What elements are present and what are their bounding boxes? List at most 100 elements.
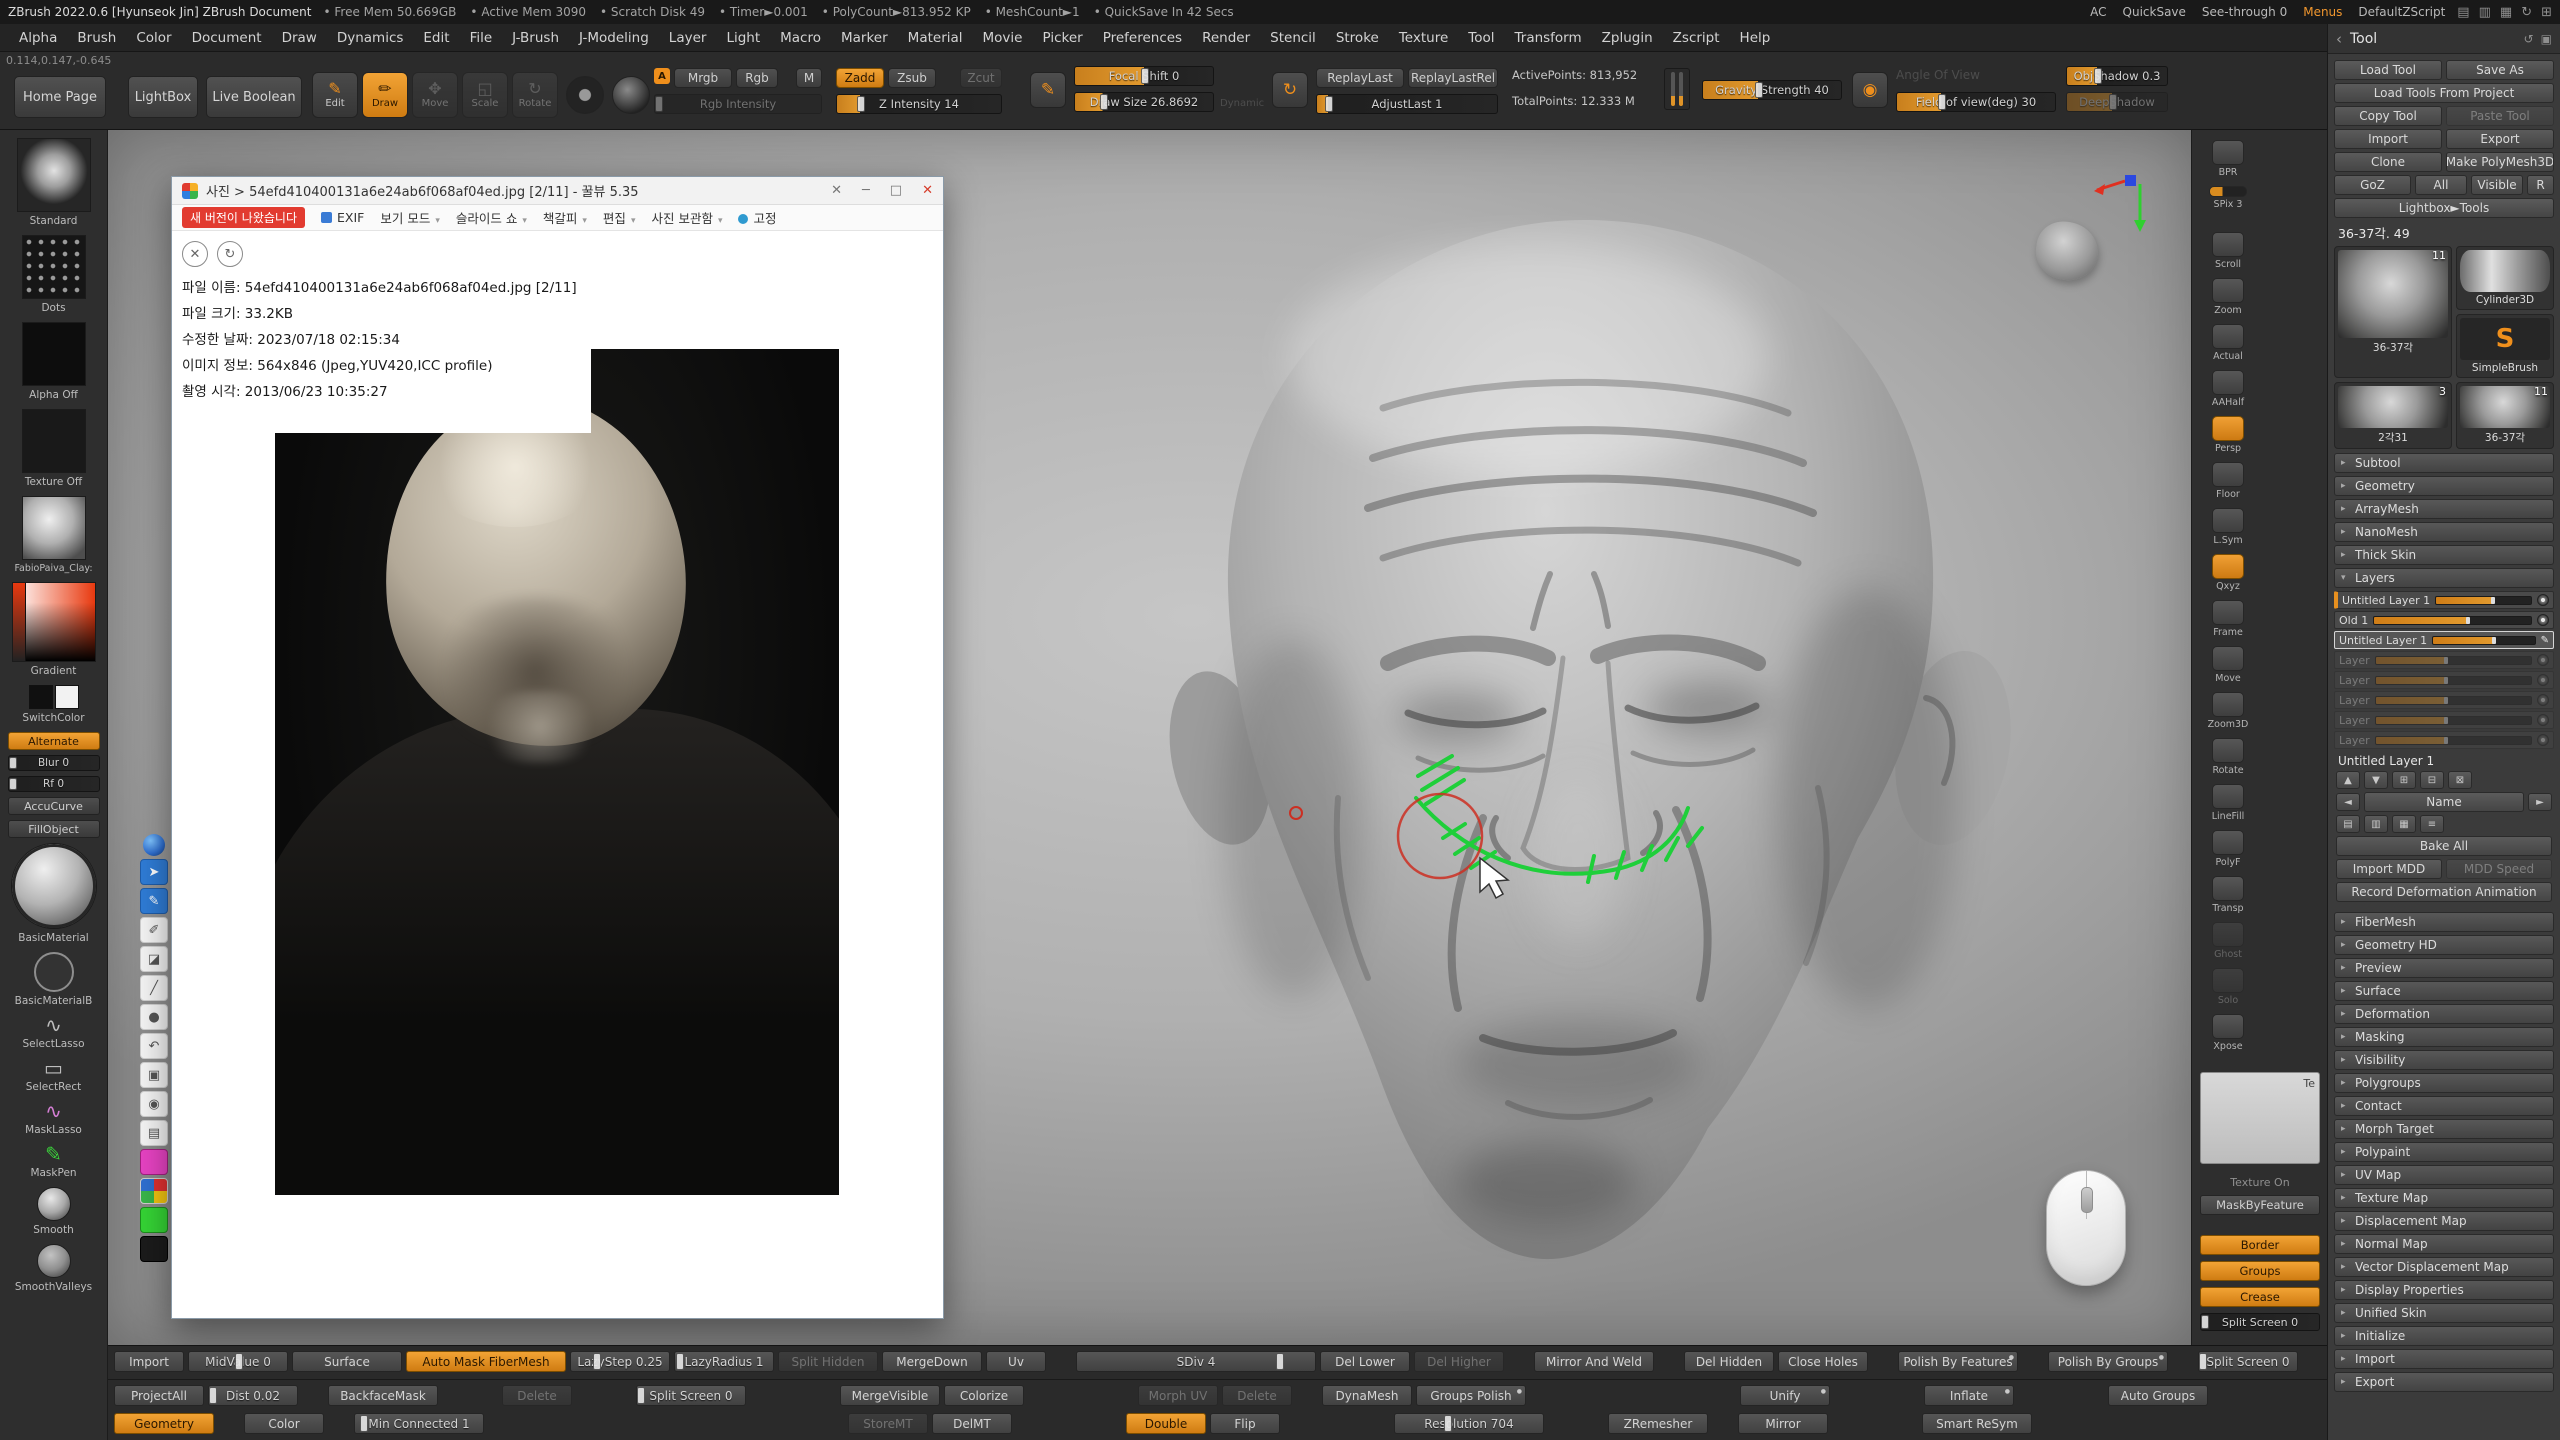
swatch-magenta-icon[interactable] bbox=[140, 1149, 168, 1175]
menus-toggle[interactable]: Menus bbox=[2303, 5, 2342, 19]
actual-button[interactable]: Actual bbox=[2201, 324, 2255, 365]
m-button[interactable]: M bbox=[796, 68, 822, 88]
menu-item[interactable]: Macro bbox=[771, 27, 830, 49]
panel-section[interactable]: Deformation bbox=[2334, 1004, 2554, 1024]
layer-intensity-slider[interactable] bbox=[2435, 596, 2532, 605]
layer-visibility-icon[interactable] bbox=[2537, 734, 2549, 746]
mergedown-button[interactable]: MergeDown bbox=[882, 1351, 982, 1372]
bpr-button[interactable]: BPR bbox=[2201, 140, 2255, 181]
smart-resym-button[interactable]: Smart ReSym bbox=[1922, 1413, 2032, 1434]
save-as-button[interactable]: Save As bbox=[2446, 60, 2554, 80]
dist-slider[interactable]: Dist 0.02 bbox=[208, 1385, 298, 1406]
layer-row[interactable]: Layer bbox=[2334, 711, 2554, 729]
auto-mask-fibermesh-button[interactable]: Auto Mask FiberMesh bbox=[406, 1351, 566, 1372]
obj-shadow-slider[interactable]: ObjShadow 0.3 bbox=[2066, 66, 2168, 86]
sdiv-slider[interactable]: SDiv 4 bbox=[1076, 1351, 1316, 1372]
split-screen-slider[interactable]: Split Screen 0 bbox=[2198, 1351, 2298, 1372]
bookmark-menu[interactable]: 책갈피 bbox=[543, 208, 587, 227]
lightbox-tools-button[interactable]: Lightbox►Tools bbox=[2334, 198, 2554, 218]
layer-name-button[interactable]: Name bbox=[2364, 792, 2524, 812]
view-mode-menu[interactable]: 보기 모드 bbox=[380, 208, 440, 227]
panels-icon[interactable]: ▥ bbox=[2479, 5, 2491, 20]
panel-section[interactable]: Unified Skin bbox=[2334, 1303, 2554, 1323]
layer-up-icon[interactable]: ▲ bbox=[2336, 771, 2360, 789]
panel-dock-icon[interactable]: ▣ bbox=[2541, 32, 2552, 46]
menu-item[interactable]: Marker bbox=[832, 27, 897, 49]
layer-intensity-slider[interactable] bbox=[2373, 616, 2532, 625]
rotate-nav-button[interactable]: Rotate bbox=[2201, 738, 2255, 779]
draw-size-slider[interactable]: Draw Size 26.8692 bbox=[1074, 92, 1214, 112]
lazyradius-slider[interactable]: LazyRadius 1 bbox=[674, 1351, 774, 1372]
layer-visibility-icon[interactable] bbox=[2537, 714, 2549, 726]
layer-visibility-icon[interactable] bbox=[2537, 674, 2549, 686]
menu-item[interactable]: Dynamics bbox=[328, 27, 413, 49]
active-tool-thumbnail[interactable]: 11 36-37각 bbox=[2334, 246, 2452, 378]
layer-intensity-slider[interactable] bbox=[2375, 696, 2532, 705]
menu-item[interactable]: Layer bbox=[660, 27, 716, 49]
mrgb-button[interactable]: Mrgb bbox=[674, 68, 732, 88]
make-polymesh3d-button[interactable]: Make PolyMesh3D bbox=[2446, 152, 2554, 172]
layer-intensity-slider[interactable] bbox=[2432, 636, 2535, 645]
switch-color-swatches[interactable] bbox=[29, 685, 79, 709]
menu-item[interactable]: Help bbox=[1731, 27, 1780, 49]
menu-item[interactable]: Material bbox=[899, 27, 972, 49]
goz-button[interactable]: GoZ bbox=[2334, 175, 2411, 195]
panel-section[interactable]: Geometry bbox=[2334, 476, 2554, 496]
exif-button[interactable]: EXIF bbox=[321, 210, 364, 225]
qxyz-button[interactable]: Qxyz bbox=[2201, 554, 2255, 595]
auto-groups-button[interactable]: Auto Groups bbox=[2108, 1385, 2208, 1406]
focal-shift-slider[interactable]: Focal Shift 0 bbox=[1074, 66, 1214, 86]
panel-section[interactable]: Polypaint bbox=[2334, 1142, 2554, 1162]
angle-of-view-icon[interactable]: ◉ bbox=[1852, 72, 1888, 108]
layer-row[interactable]: Layer bbox=[2334, 651, 2554, 669]
menu-item[interactable]: J-Brush bbox=[503, 27, 568, 49]
rotate-button[interactable]: ↻Rotate bbox=[512, 72, 558, 118]
import-mdd-button[interactable]: Import MDD bbox=[2336, 859, 2442, 879]
panel-section[interactable]: Displacement Map bbox=[2334, 1211, 2554, 1231]
panel-section[interactable]: Initialize bbox=[2334, 1326, 2554, 1346]
panel-section[interactable]: Display Properties bbox=[2334, 1280, 2554, 1300]
menu-item[interactable]: Draw bbox=[273, 27, 326, 49]
panel-section[interactable]: Thick Skin bbox=[2334, 545, 2554, 565]
layer-misc-icon[interactable]: ▥ bbox=[2364, 815, 2388, 833]
spix-slider[interactable]: SPix 3 bbox=[2201, 186, 2255, 227]
layout-icon[interactable]: ▤ bbox=[2457, 5, 2469, 20]
panel-history-icon[interactable]: ↺ bbox=[2524, 32, 2534, 46]
panel-section[interactable]: Vector Displacement Map bbox=[2334, 1257, 2554, 1277]
menu-item[interactable]: Color bbox=[127, 27, 180, 49]
panel-section[interactable]: Visibility bbox=[2334, 1050, 2554, 1070]
panel-section[interactable]: Surface bbox=[2334, 981, 2554, 1001]
import-button[interactable]: Import bbox=[114, 1351, 184, 1372]
menu-item[interactable]: Brush bbox=[68, 27, 125, 49]
quicksave-button[interactable]: QuickSave bbox=[2123, 5, 2186, 19]
layer-visibility-icon[interactable] bbox=[2537, 614, 2549, 626]
zoom-button[interactable]: Zoom bbox=[2201, 278, 2255, 319]
split-screen-slider-tray[interactable]: Split Screen 0 bbox=[2200, 1313, 2320, 1331]
color-tab-button[interactable]: Color bbox=[244, 1413, 324, 1434]
mask-lasso-icon[interactable]: ∿ bbox=[45, 1101, 62, 1121]
delete-button[interactable]: Delete bbox=[502, 1385, 572, 1406]
mdd-speed-slider[interactable]: MDD Speed bbox=[2446, 859, 2552, 879]
scale-button[interactable]: ◱Scale bbox=[462, 72, 508, 118]
color-picker[interactable] bbox=[12, 582, 96, 662]
default-zscript-button[interactable]: DefaultZScript bbox=[2358, 5, 2445, 19]
layer-duplicate-icon[interactable]: ⊠ bbox=[2448, 771, 2472, 789]
polish-by-features-slider[interactable]: Polish By Features bbox=[1898, 1351, 2018, 1372]
zadd-button[interactable]: Zadd bbox=[836, 68, 884, 88]
menu-item[interactable]: Stencil bbox=[1261, 27, 1325, 49]
ac-label[interactable]: AC bbox=[2090, 5, 2106, 19]
goz-all-button[interactable]: All bbox=[2415, 175, 2467, 195]
tool-thumbnail-3637gak[interactable]: 11 36-37각 bbox=[2456, 382, 2554, 449]
border-button[interactable]: Border bbox=[2200, 1235, 2320, 1255]
linefill-button[interactable]: LineFill bbox=[2201, 784, 2255, 825]
viewer-close-tab-icon[interactable]: ✕ bbox=[831, 183, 842, 198]
fillobject-button[interactable]: FillObject bbox=[8, 820, 100, 838]
dot-icon[interactable]: ● bbox=[140, 1004, 168, 1030]
storemt-button[interactable]: StoreMT bbox=[848, 1413, 928, 1434]
menu-item[interactable]: Tool bbox=[1459, 27, 1503, 49]
layer-prev-icon[interactable]: ◄ bbox=[2336, 793, 2360, 811]
layer-row[interactable]: Layer bbox=[2334, 731, 2554, 749]
layer-row-selected[interactable]: Untitled Layer 1✎ bbox=[2334, 631, 2554, 649]
paste-tool-button[interactable]: Paste Tool bbox=[2446, 106, 2554, 126]
layer-row[interactable]: Layer bbox=[2334, 671, 2554, 689]
